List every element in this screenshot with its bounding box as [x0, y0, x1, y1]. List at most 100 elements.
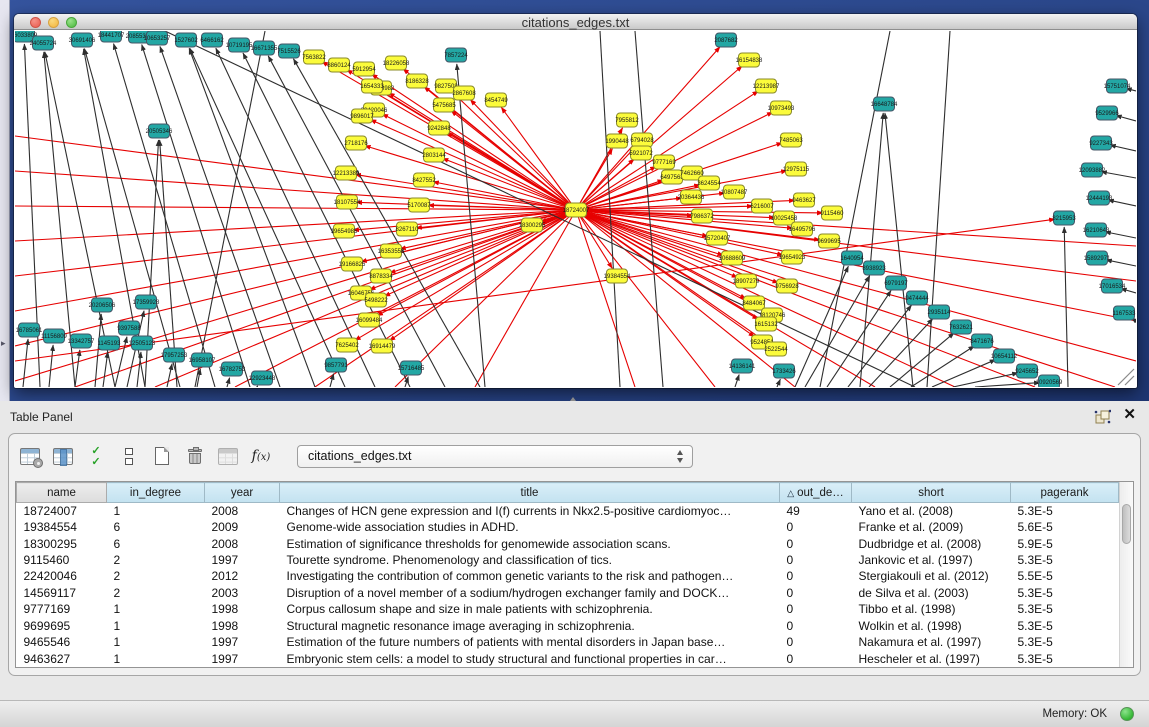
column-checklist-icon[interactable]: ✓✓: [83, 443, 109, 469]
graph-node[interactable]: 16671355: [251, 41, 278, 55]
graph-node[interactable]: 24055724: [30, 36, 57, 50]
table-options-icon[interactable]: [17, 443, 43, 469]
table-cell[interactable]: 9115460: [17, 552, 107, 568]
graph-node[interactable]: 10688609: [719, 251, 746, 265]
table-cell[interactable]: 5.5E-5: [1011, 568, 1119, 584]
table-cell[interactable]: Changes of HCN gene expression and I(f) …: [280, 503, 780, 519]
graph-node[interactable]: 9474444: [905, 291, 929, 305]
graph-node[interactable]: 7485063: [779, 133, 803, 147]
table-cell[interactable]: 1: [107, 601, 205, 617]
graph-node[interactable]: 8860124: [327, 58, 351, 72]
table-cell[interactable]: 1: [107, 634, 205, 650]
graph-node[interactable]: 7625402: [335, 338, 359, 352]
function-builder-icon[interactable]: f(x): [248, 443, 274, 469]
graph-node[interactable]: 19384554: [604, 269, 631, 283]
table-cell[interactable]: 0: [780, 552, 852, 568]
table-cell[interactable]: 2008: [205, 535, 280, 551]
graph-node[interactable]: 18107554: [334, 195, 361, 209]
graph-node[interactable]: 1527602: [174, 33, 198, 47]
table-cell[interactable]: Nakamura et al. (1997): [852, 634, 1011, 650]
graph-node[interactable]: 7515526: [277, 44, 301, 58]
table-cell[interactable]: Genome-wide association studies in ADHD.: [280, 519, 780, 535]
table-cell[interactable]: 0: [780, 618, 852, 634]
table-cell[interactable]: Jankovic et al. (1997): [852, 552, 1011, 568]
graph-node[interactable]: 9397588: [117, 321, 141, 335]
graph-node[interactable]: 18441707: [98, 31, 125, 42]
table-cell[interactable]: 2003: [205, 585, 280, 601]
graph-node[interactable]: 12213389: [333, 166, 360, 180]
graph-node[interactable]: 10920569: [1036, 375, 1063, 387]
graph-node[interactable]: 9463627: [792, 193, 816, 207]
graph-node[interactable]: 2087682: [714, 33, 738, 47]
table-cell[interactable]: 9699695: [17, 618, 107, 634]
table-cell[interactable]: 9777169: [17, 601, 107, 617]
graph-node[interactable]: 17016534: [1099, 279, 1126, 293]
graph-node[interactable]: 8215953: [1052, 211, 1076, 225]
graph-node[interactable]: 7986372: [690, 209, 714, 223]
table-row[interactable]: 977716911998Corpus callosum shape and si…: [17, 601, 1119, 617]
table-cell[interactable]: 5.6E-5: [1011, 519, 1119, 535]
table-cell[interactable]: 1: [107, 650, 205, 667]
graph-node[interactable]: 10973493: [768, 101, 795, 115]
scrollbar-thumb[interactable]: [1122, 504, 1131, 544]
table-cell[interactable]: 1: [107, 618, 205, 634]
table-cell[interactable]: 1998: [205, 601, 280, 617]
table-cell[interactable]: Stergiakouli et al. (2012): [852, 568, 1011, 584]
show-columns-icon[interactable]: [50, 443, 76, 469]
table-cell[interactable]: 49: [780, 503, 852, 519]
window-titlebar[interactable]: citations_edges.txt: [14, 14, 1137, 30]
graph-node[interactable]: 20505346: [146, 124, 173, 138]
graph-node[interactable]: 18907279: [733, 274, 760, 288]
table-row[interactable]: 1830029562008Estimation of significance …: [17, 535, 1119, 551]
table-cell[interactable]: 22420046: [17, 568, 107, 584]
table-cell[interactable]: 1997: [205, 634, 280, 650]
graph-node[interactable]: 9699695: [817, 234, 841, 248]
graph-node[interactable]: 7632621: [949, 320, 973, 334]
panel-splitter-handle[interactable]: [567, 396, 579, 403]
table-cell[interactable]: 14569117: [17, 585, 107, 601]
graph-node[interactable]: 1167533: [1113, 306, 1136, 320]
graph-node[interactable]: 13342757: [68, 334, 95, 348]
graph-node[interactable]: 8267110: [396, 222, 420, 236]
table-row[interactable]: 946554611997Estimation of the future num…: [17, 634, 1119, 650]
graph-node[interactable]: 9857791: [324, 358, 348, 372]
table-cell[interactable]: Dudbridge et al. (2008): [852, 535, 1011, 551]
graph-node[interactable]: 1640954: [840, 251, 864, 265]
table-cell[interactable]: 5.3E-5: [1011, 618, 1119, 634]
table-cell[interactable]: Wolkin et al. (1998): [852, 618, 1011, 634]
table-cell[interactable]: Estimation of the future numbers of pati…: [280, 634, 780, 650]
graph-node[interactable]: 8938923: [862, 261, 886, 275]
graph-node[interactable]: 8427552: [412, 173, 436, 187]
table-cell[interactable]: 5.9E-5: [1011, 535, 1119, 551]
graph-node[interactable]: 9777169: [652, 155, 676, 169]
graph-node[interactable]: 5921072: [629, 146, 653, 160]
graph-node[interactable]: 16154838: [736, 53, 763, 67]
table-cell[interactable]: 18300295: [17, 535, 107, 551]
graph-node[interactable]: 8484067: [742, 296, 766, 310]
graph-node[interactable]: 16099484: [356, 313, 383, 327]
attribute-table[interactable]: namein_degreeyeartitle△out_de…shortpager…: [16, 482, 1119, 667]
graph-node[interactable]: 6979197: [884, 276, 908, 290]
table-cell[interactable]: 0: [780, 585, 852, 601]
table-cell[interactable]: 5.3E-5: [1011, 503, 1119, 519]
graph-node[interactable]: 19654923: [779, 250, 806, 264]
graph-node[interactable]: 16210643: [1083, 223, 1110, 237]
new-table-icon[interactable]: [149, 443, 175, 469]
table-cell[interactable]: 6: [107, 535, 205, 551]
graph-node[interactable]: 12505123: [129, 336, 156, 350]
graph-node[interactable]: 7857224: [444, 48, 468, 62]
graph-node[interactable]: 8454749: [484, 93, 508, 107]
graph-node[interactable]: 30691406: [69, 33, 96, 47]
table-row[interactable]: 1938455462009Genome-wide association stu…: [17, 519, 1119, 535]
graph-node[interactable]: 15892971: [1084, 251, 1111, 265]
graph-node[interactable]: 12923448: [249, 371, 276, 385]
table-cell[interactable]: 5.3E-5: [1011, 650, 1119, 667]
table-cell[interactable]: 9465546: [17, 634, 107, 650]
graph-node[interactable]: 1654333: [360, 79, 384, 93]
column-header-pagerank[interactable]: pagerank: [1011, 483, 1119, 503]
table-cell[interactable]: 5.3E-5: [1011, 601, 1119, 617]
graph-node[interactable]: 19166825: [339, 257, 366, 271]
graph-node[interactable]: 15716485: [398, 361, 425, 375]
table-cell[interactable]: 9463627: [17, 650, 107, 667]
table-cell[interactable]: 0: [780, 601, 852, 617]
